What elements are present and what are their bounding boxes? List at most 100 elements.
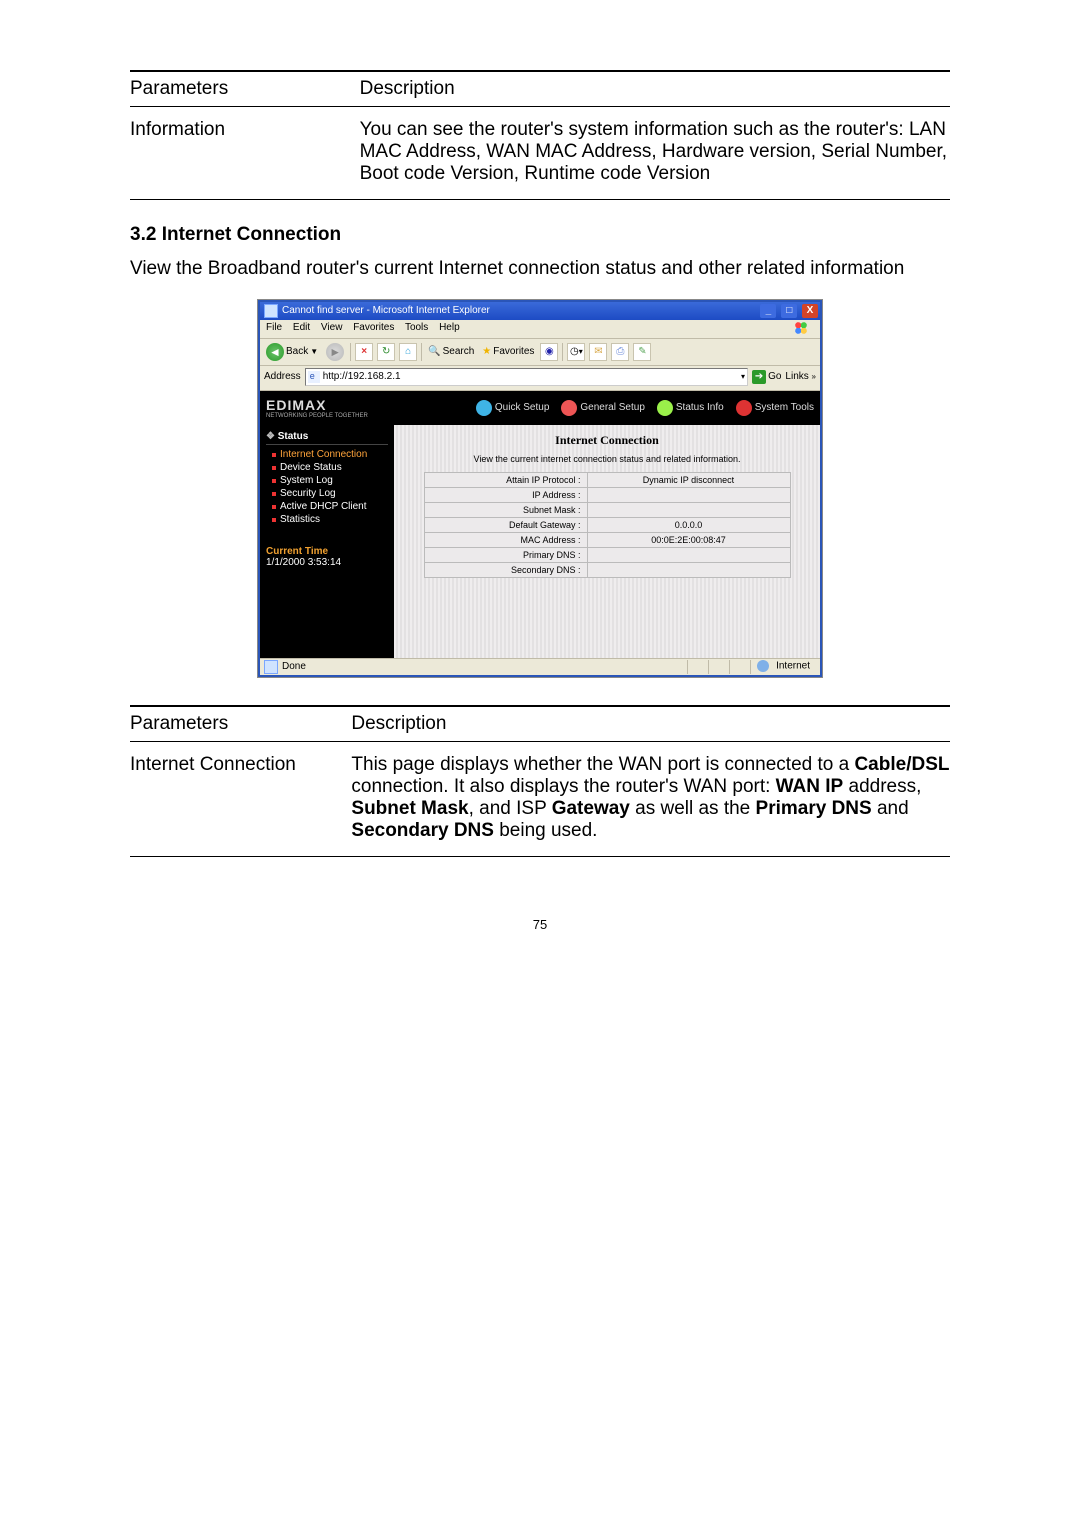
minimize-button[interactable]: _ — [760, 304, 776, 318]
sidebar-item-active-dhcp[interactable]: Active DHCP Client — [272, 500, 388, 513]
nav-quick-setup[interactable]: Quick Setup — [476, 400, 549, 416]
refresh-button[interactable]: ↻ — [377, 343, 395, 361]
links-button[interactable]: Links » — [785, 371, 816, 382]
table-row: Attain IP Protocol :Dynamic IP disconnec… — [424, 472, 790, 487]
print-button[interactable]: ⎙ — [611, 343, 629, 361]
param-internet-connection: Internet Connection — [130, 748, 351, 857]
maximize-button[interactable]: □ — [781, 304, 797, 318]
windows-flag-icon — [794, 321, 808, 335]
nav-system-tools[interactable]: System Tools — [736, 400, 814, 416]
media-button[interactable]: ◉ — [540, 343, 558, 361]
param-information-desc: You can see the router's system informat… — [360, 113, 950, 200]
router-logo-sub: NETWORKING PEOPLE TOGETHER — [266, 413, 368, 419]
window-controls: _ □ X — [758, 304, 818, 318]
forward-button[interactable]: ► — [324, 342, 346, 362]
col-header-parameters: Parameters — [130, 71, 360, 107]
mail-icon: ✉ — [594, 346, 602, 357]
col-header-description: Description — [351, 706, 950, 742]
col-header-description: Description — [360, 71, 950, 107]
router-logo: EDIMAX — [266, 397, 368, 413]
stop-button[interactable]: × — [355, 343, 373, 361]
address-input[interactable]: http://192.168.2.1 ▾ — [305, 368, 748, 386]
menu-view[interactable]: View — [321, 322, 343, 333]
sidebar-heading: Status — [266, 431, 388, 445]
media-icon: ◉ — [545, 346, 554, 357]
nav-status-icon — [657, 400, 673, 416]
back-button[interactable]: ◄ Back ▼ — [264, 342, 320, 362]
router-header: EDIMAX NETWORKING PEOPLE TOGETHER Quick … — [260, 391, 820, 425]
page-number: 75 — [130, 917, 950, 932]
sidebar-item-security-log[interactable]: Security Log — [272, 487, 388, 500]
page-icon — [308, 371, 320, 383]
menu-favorites[interactable]: Favorites — [353, 322, 394, 333]
internet-zone-icon — [757, 660, 769, 672]
menu-edit[interactable]: Edit — [293, 322, 310, 333]
col-header-parameters: Parameters — [130, 706, 351, 742]
parameters-table-1: Parameters Description Information You c… — [130, 70, 950, 200]
param-internet-connection-desc: This page displays whether the WAN port … — [351, 748, 950, 857]
section-heading: 3.2 Internet Connection — [130, 224, 950, 246]
edit-icon: ✎ — [638, 346, 646, 357]
menu-tools[interactable]: Tools — [405, 322, 428, 333]
parameters-table-2: Parameters Description Internet Connecti… — [130, 705, 950, 857]
table-row: Subnet Mask : — [424, 502, 790, 517]
history-icon: ◷ — [570, 346, 579, 357]
sidebar-item-statistics[interactable]: Statistics — [272, 513, 388, 526]
nav-tools-icon — [736, 400, 752, 416]
status-zone: Internet — [776, 660, 810, 671]
section-intro: View the Broadband router's current Inte… — [130, 256, 950, 282]
sidebar-list: Internet Connection Device Status System… — [266, 448, 388, 526]
edit-button[interactable]: ✎ — [633, 343, 651, 361]
go-icon: ➔ — [752, 370, 766, 384]
toolbar: ◄ Back ▼ ► × ↻ ⌂ 🔍 Search ★ Favorites ◉ … — [260, 339, 820, 366]
nav-general-setup[interactable]: General Setup — [561, 400, 645, 416]
ie-screenshot: Cannot find server - Microsoft Internet … — [258, 300, 822, 677]
table-row: Default Gateway :0.0.0.0 — [424, 517, 790, 532]
table-row: Secondary DNS : — [424, 562, 790, 577]
refresh-icon: ↻ — [382, 346, 390, 357]
ie-app-icon — [264, 304, 278, 318]
router-main: Internet Connection View the current int… — [394, 425, 820, 658]
param-information: Information — [130, 113, 360, 200]
stop-icon: × — [361, 346, 367, 357]
address-bar: Address http://192.168.2.1 ▾ ➔ Go Links … — [260, 366, 820, 391]
sidebar-item-system-log[interactable]: System Log — [272, 474, 388, 487]
table-row: MAC Address :00:0E:2E:00:08:47 — [424, 532, 790, 547]
menubar: File Edit View Favorites Tools Help — [260, 320, 820, 339]
current-time-value: 1/1/2000 3:53:14 — [266, 557, 388, 568]
close-button[interactable]: X — [802, 304, 818, 318]
home-icon: ⌂ — [405, 346, 411, 357]
address-dropdown-icon[interactable]: ▾ — [741, 372, 745, 381]
statusbar: Done Internet — [260, 658, 820, 675]
status-done: Done — [282, 661, 306, 672]
nav-status-info[interactable]: Status Info — [657, 400, 724, 416]
search-icon: 🔍 — [428, 346, 440, 357]
menu-help[interactable]: Help — [439, 322, 460, 333]
history-button[interactable]: ◷▾ — [567, 343, 585, 361]
mail-button[interactable]: ✉ — [589, 343, 607, 361]
address-value: http://192.168.2.1 — [323, 371, 401, 382]
window-titlebar: Cannot find server - Microsoft Internet … — [260, 302, 820, 320]
panel-subtitle: View the current internet connection sta… — [396, 452, 818, 472]
links-chevron-icon: » — [812, 372, 816, 381]
print-icon: ⎙ — [616, 346, 624, 357]
connection-info-table: Attain IP Protocol :Dynamic IP disconnec… — [424, 472, 791, 578]
star-icon: ★ — [482, 346, 491, 357]
sidebar: Status Internet Connection Device Status… — [260, 425, 394, 658]
favorites-button[interactable]: ★ Favorites — [480, 345, 536, 358]
address-label: Address — [264, 371, 301, 382]
current-time-label: Current Time — [266, 546, 388, 557]
window-title: Cannot find server - Microsoft Internet … — [282, 305, 490, 316]
search-button[interactable]: 🔍 Search — [426, 345, 476, 358]
home-button[interactable]: ⌂ — [399, 343, 417, 361]
table-row: Primary DNS : — [424, 547, 790, 562]
back-icon: ◄ — [266, 343, 284, 361]
forward-icon: ► — [326, 343, 344, 361]
menu-file[interactable]: File — [266, 322, 282, 333]
done-icon — [264, 660, 278, 674]
sidebar-item-internet-connection[interactable]: Internet Connection — [272, 448, 388, 461]
sidebar-item-device-status[interactable]: Device Status — [272, 461, 388, 474]
go-button[interactable]: ➔ Go — [752, 370, 781, 384]
panel-title: Internet Connection — [396, 427, 818, 452]
table-row: IP Address : — [424, 487, 790, 502]
